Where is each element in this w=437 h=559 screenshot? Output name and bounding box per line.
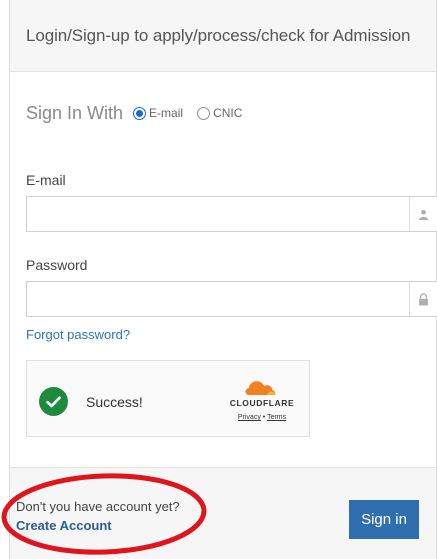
links-separator: • <box>262 414 266 421</box>
user-icon <box>409 197 437 231</box>
cloudflare-logo: CLOUDFLARE Privacy • Terms <box>226 373 298 431</box>
lock-icon <box>409 282 437 316</box>
terms-link[interactable]: Terms <box>267 414 286 421</box>
cloudflare-wordmark: CLOUDFLARE <box>229 398 295 408</box>
email-radio-label: E-mail <box>149 106 184 120</box>
password-field-wrapper <box>26 281 437 317</box>
cnic-radio-label: CNIC <box>213 106 243 120</box>
cloudflare-captcha-widget[interactable]: Success! CLOUDFLARE Privacy • Terms <box>26 360 310 437</box>
password-label: Password <box>26 257 88 273</box>
email-radio-circle[interactable] <box>133 106 147 120</box>
captcha-status: Success! <box>86 394 143 410</box>
cloudflare-links: Privacy • Terms <box>226 414 298 421</box>
email-field[interactable] <box>27 197 409 231</box>
sign-in-method-group: Sign In With E-mail CNIC <box>26 101 256 125</box>
sign-in-with-label: Sign In With <box>26 102 124 123</box>
panel-title: Login/Sign-up to apply/process/check for… <box>26 26 411 45</box>
sign-in-button[interactable]: Sign in <box>349 500 419 539</box>
forgot-password-link[interactable]: Forgot password? <box>26 327 130 342</box>
cloudflare-cloud-icon <box>245 381 276 395</box>
cnic-radio[interactable]: CNIC <box>197 106 242 120</box>
create-account-link[interactable]: Create Account <box>16 518 112 533</box>
no-account-text: Don't you have account yet? <box>16 499 180 514</box>
success-check-icon <box>39 387 68 416</box>
login-panel: Login/Sign-up to apply/process/check for… <box>9 0 437 559</box>
email-radio[interactable]: E-mail <box>133 106 183 120</box>
password-field[interactable] <box>27 282 409 316</box>
email-field-wrapper <box>26 196 437 232</box>
panel-header: Login/Sign-up to apply/process/check for… <box>10 0 436 72</box>
privacy-link[interactable]: Privacy <box>238 414 261 421</box>
cnic-radio-circle[interactable] <box>197 106 211 120</box>
email-label: E-mail <box>26 172 66 188</box>
